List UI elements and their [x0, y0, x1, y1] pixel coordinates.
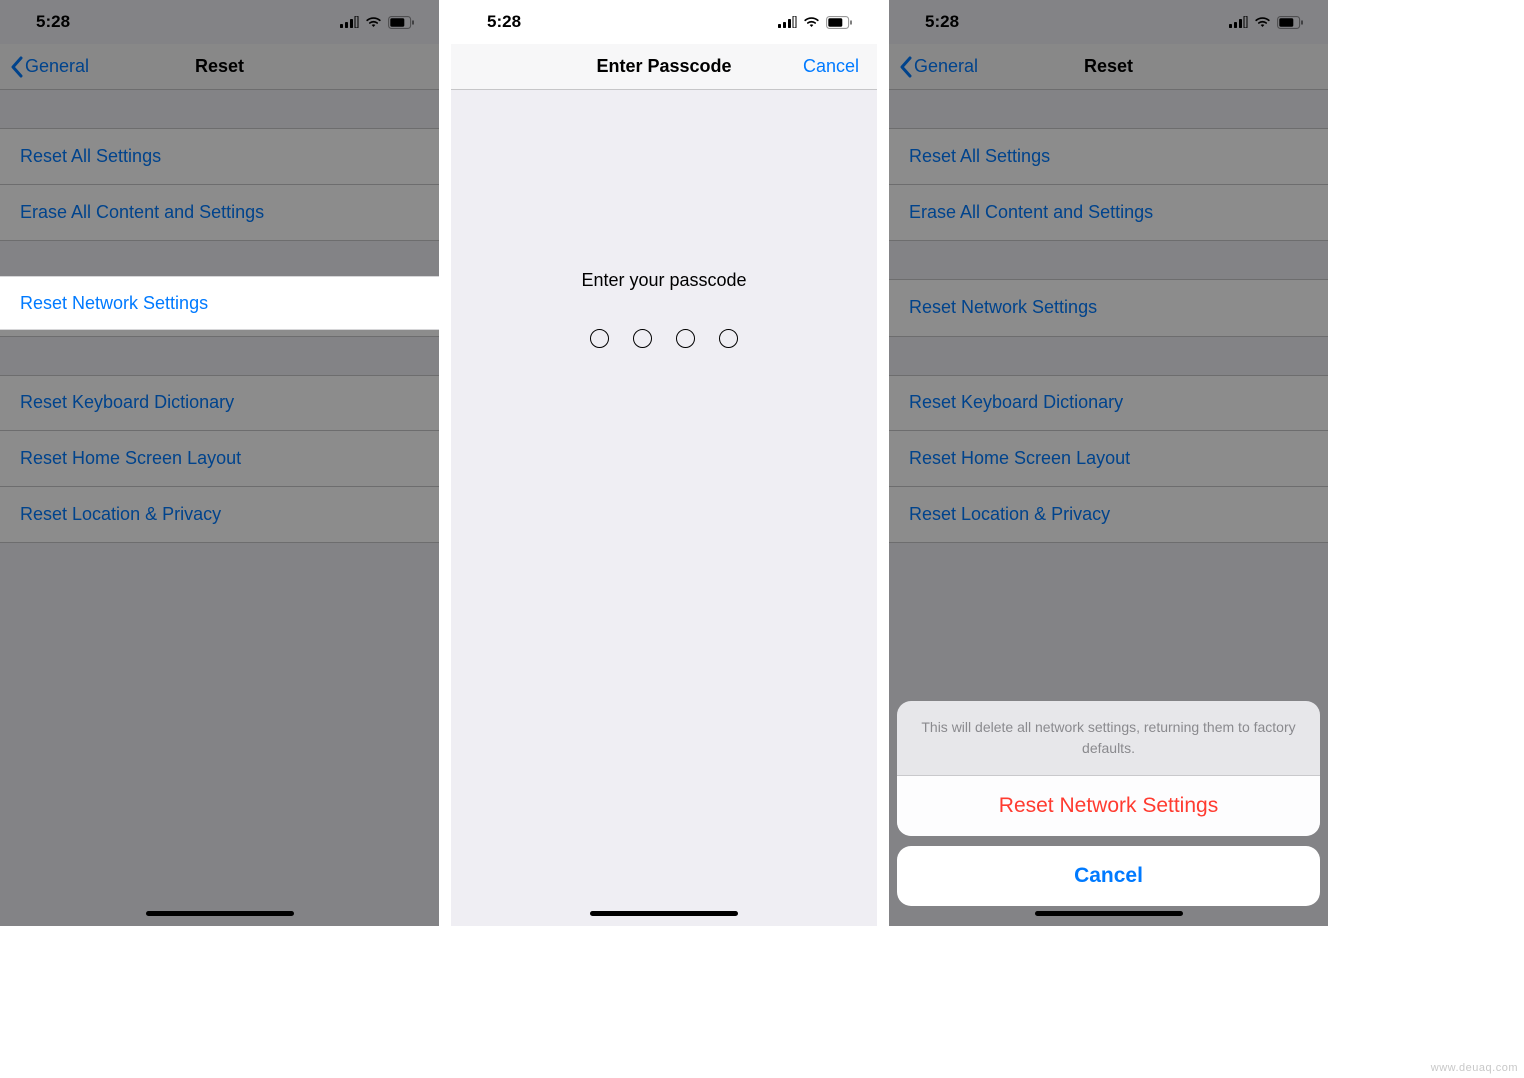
nav-title: Reset	[195, 56, 244, 77]
list-group-1: Reset All Settings Erase All Content and…	[0, 128, 439, 241]
list-group-2: Reset Network Settings	[889, 279, 1328, 337]
row-label: Reset Network Settings	[20, 293, 208, 314]
action-sheet: This will delete all network settings, r…	[897, 701, 1320, 906]
row-label: Reset Location & Privacy	[20, 504, 221, 525]
row-reset-all-settings[interactable]: Reset All Settings	[0, 129, 439, 185]
row-label: Reset Home Screen Layout	[20, 448, 241, 469]
nav-title: Reset	[1084, 56, 1133, 77]
highlighted-row-reset-network[interactable]: Reset Network Settings	[0, 276, 439, 330]
screen-reset-actionsheet: 5:28 General Reset Reset All Settings Er…	[889, 0, 1328, 926]
row-label: Reset All Settings	[909, 146, 1050, 167]
row-reset-keyboard-dictionary[interactable]: Reset Keyboard Dictionary	[0, 376, 439, 432]
passcode-dot-1	[590, 329, 609, 348]
row-reset-keyboard-dictionary[interactable]: Reset Keyboard Dictionary	[889, 376, 1328, 432]
wifi-icon	[1254, 16, 1271, 28]
list-group-3: Reset Keyboard Dictionary Reset Home Scr…	[889, 375, 1328, 544]
battery-icon	[388, 16, 415, 29]
wifi-icon	[365, 16, 382, 28]
status-bar: 5:28	[0, 0, 439, 44]
chevron-left-icon	[10, 56, 24, 78]
cellular-icon	[340, 16, 359, 28]
status-right-icons	[340, 16, 415, 29]
list-group-1: Reset All Settings Erase All Content and…	[889, 128, 1328, 241]
nav-title: Enter Passcode	[596, 56, 731, 77]
nav-bar: Enter Passcode Cancel	[451, 44, 877, 90]
row-reset-network-settings[interactable]: Reset Network Settings	[889, 280, 1328, 336]
home-indicator[interactable]	[146, 911, 294, 916]
list-group-3: Reset Keyboard Dictionary Reset Home Scr…	[0, 375, 439, 544]
reset-list: Reset All Settings Erase All Content and…	[889, 128, 1328, 543]
home-indicator[interactable]	[1035, 911, 1183, 916]
passcode-dot-3	[676, 329, 695, 348]
nav-back-label: General	[25, 56, 89, 77]
nav-back-button[interactable]: General	[899, 56, 978, 78]
status-time: 5:28	[925, 12, 959, 32]
chevron-left-icon	[899, 56, 913, 78]
row-label: Reset Keyboard Dictionary	[20, 392, 234, 413]
wifi-icon	[803, 16, 820, 28]
passcode-dots[interactable]	[451, 329, 877, 348]
passcode-dot-2	[633, 329, 652, 348]
status-right-icons	[778, 16, 853, 29]
watermark: www.deuaq.com	[1431, 1062, 1518, 1074]
row-label: Erase All Content and Settings	[20, 202, 264, 223]
nav-cancel-button[interactable]: Cancel	[803, 56, 859, 77]
passcode-dot-4	[719, 329, 738, 348]
row-reset-home-screen-layout[interactable]: Reset Home Screen Layout	[0, 431, 439, 487]
row-reset-home-screen-layout[interactable]: Reset Home Screen Layout	[889, 431, 1328, 487]
passcode-prompt: Enter your passcode	[451, 270, 877, 291]
cellular-icon	[778, 16, 797, 28]
status-bar: 5:28	[889, 0, 1328, 44]
screen-enter-passcode: 5:28 Enter Passcode Cancel Enter your pa…	[451, 0, 877, 926]
status-bar: 5:28	[451, 0, 877, 44]
row-label: Reset Keyboard Dictionary	[909, 392, 1123, 413]
nav-bar: General Reset	[0, 44, 439, 90]
row-reset-all-settings[interactable]: Reset All Settings	[889, 129, 1328, 185]
row-label: Reset Location & Privacy	[909, 504, 1110, 525]
action-sheet-destructive-button[interactable]: Reset Network Settings	[897, 776, 1320, 836]
status-right-icons	[1229, 16, 1304, 29]
row-erase-all-content[interactable]: Erase All Content and Settings	[889, 185, 1328, 241]
battery-icon	[1277, 16, 1304, 29]
battery-icon	[826, 16, 853, 29]
action-sheet-cancel-button[interactable]: Cancel	[897, 846, 1320, 906]
nav-back-label: General	[914, 56, 978, 77]
row-reset-location-privacy[interactable]: Reset Location & Privacy	[889, 487, 1328, 543]
status-time: 5:28	[36, 12, 70, 32]
screen-reset-dimmed: 5:28 General Reset Reset All Settings Er…	[0, 0, 439, 926]
row-erase-all-content[interactable]: Erase All Content and Settings	[0, 185, 439, 241]
home-indicator[interactable]	[590, 911, 738, 916]
cellular-icon	[1229, 16, 1248, 28]
action-sheet-card: This will delete all network settings, r…	[897, 701, 1320, 836]
reset-list: Reset All Settings Erase All Content and…	[0, 128, 439, 543]
row-label: Reset Network Settings	[909, 297, 1097, 318]
row-reset-location-privacy[interactable]: Reset Location & Privacy	[0, 487, 439, 543]
action-sheet-message: This will delete all network settings, r…	[897, 701, 1320, 775]
passcode-body: Enter your passcode	[451, 90, 877, 348]
row-label: Reset All Settings	[20, 146, 161, 167]
row-label: Erase All Content and Settings	[909, 202, 1153, 223]
status-time: 5:28	[487, 12, 521, 32]
row-label: Reset Home Screen Layout	[909, 448, 1130, 469]
nav-back-button[interactable]: General	[10, 56, 89, 78]
nav-bar: General Reset	[889, 44, 1328, 90]
